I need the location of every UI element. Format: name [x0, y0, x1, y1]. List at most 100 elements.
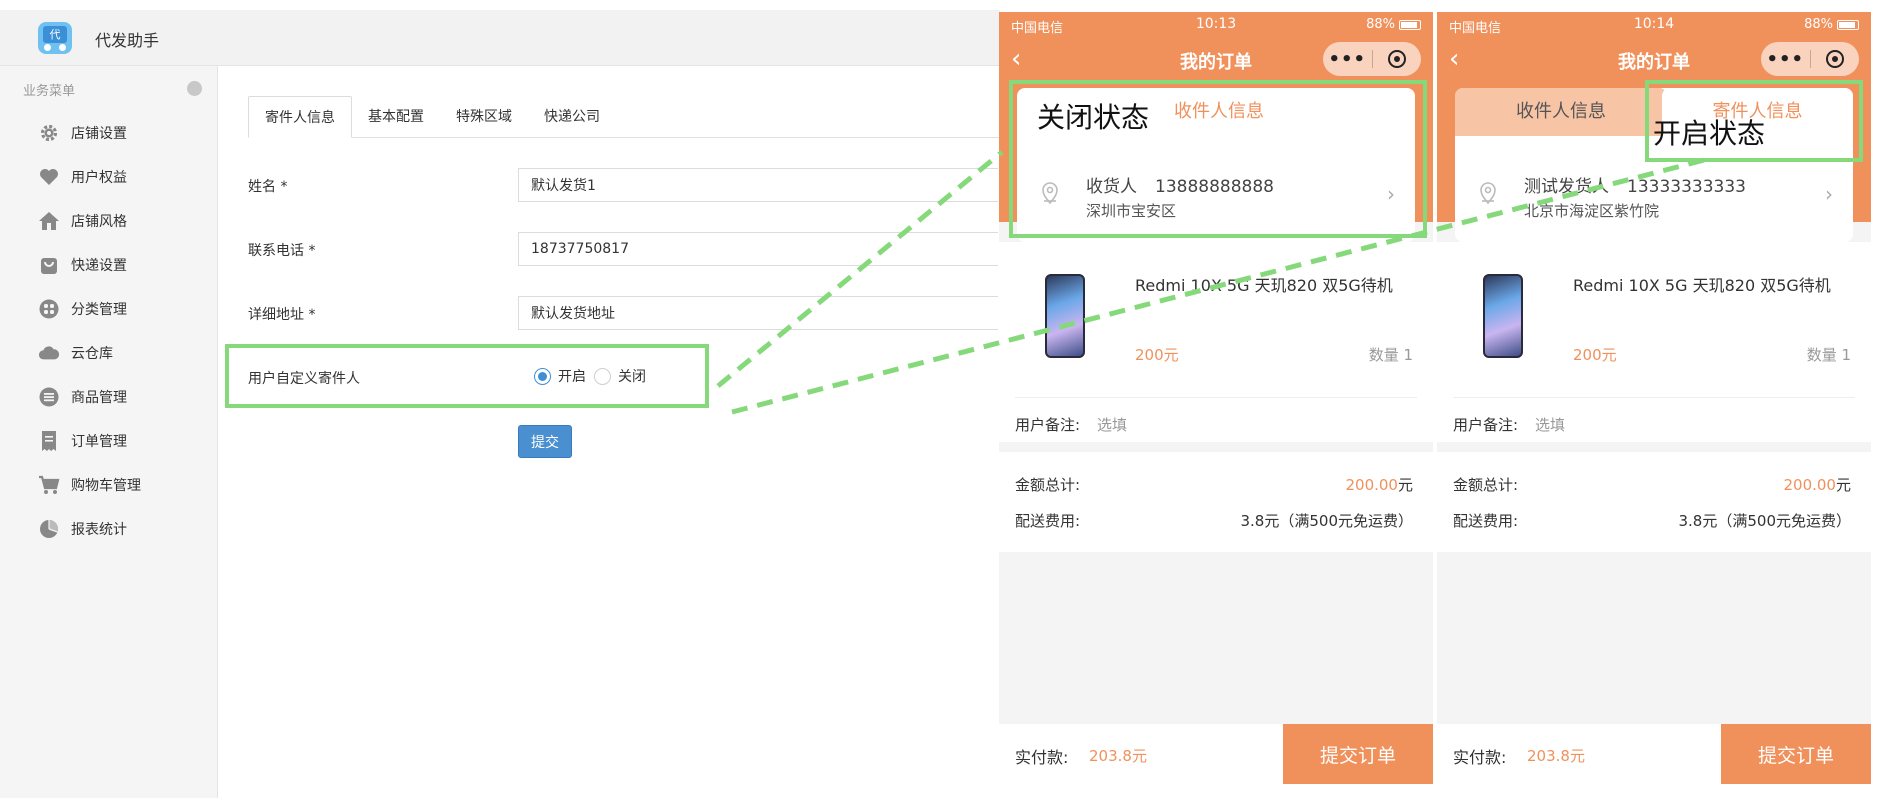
total-label: 金额总计:	[1015, 476, 1081, 494]
shipping-label: 配送费用:	[1015, 512, 1081, 530]
remark-input[interactable]: 选填	[1535, 414, 1565, 435]
tab-express-company[interactable]: 快递公司	[528, 96, 616, 138]
total-amount: 200.00元	[1345, 476, 1413, 494]
battery-percent: 88%	[1804, 17, 1833, 32]
shipping-fee: 3.8元（满500元免运费）	[1678, 512, 1852, 530]
product-quantity: 数量 1	[1806, 346, 1851, 364]
sidebar-item-label: 云仓库	[71, 346, 113, 362]
settings-tabs: 寄件人信息 基本配置 特殊区域 快递公司	[248, 96, 1008, 138]
contact-address: 北京市海淀区紫竹院	[1524, 202, 1660, 220]
sidebar-item-order-management[interactable]: 订单管理	[38, 428, 208, 454]
submit-order-button[interactable]: 提交订单	[1283, 724, 1433, 784]
logo-badge: 代	[43, 26, 67, 43]
pay-label: 实付款:	[1015, 748, 1069, 767]
tab-special-region[interactable]: 特殊区域	[440, 96, 528, 138]
shipping-fee: 3.8元（满500元免运费）	[1240, 512, 1414, 530]
address-highlight	[1009, 80, 1427, 238]
submit-button[interactable]: 提交	[518, 425, 572, 458]
sidebar-item-cart-management[interactable]: 购物车管理	[38, 472, 208, 498]
sidebar-item-report-statistics[interactable]: 报表统计	[38, 516, 208, 542]
product-price: 200元	[1573, 346, 1617, 364]
sidebar-item-label: 用户权益	[71, 170, 127, 186]
sidebar-item-label: 分类管理	[71, 302, 127, 318]
sidebar-item-express-settings[interactable]: 快递设置	[38, 252, 208, 278]
contact-phone: 13333333333	[1627, 177, 1746, 197]
mini-program-capsule: •••	[1323, 42, 1421, 76]
sidebar-item-label: 订单管理	[71, 434, 127, 450]
sidebar-item-label: 店铺设置	[71, 126, 127, 142]
product-image	[1045, 274, 1085, 358]
remark-label: 用户备注:	[1453, 416, 1519, 434]
heart-icon	[38, 166, 60, 188]
pay-amount: 203.8元	[1527, 747, 1585, 765]
submit-order-button[interactable]: 提交订单	[1721, 724, 1871, 784]
more-dots-icon[interactable]: •••	[1323, 49, 1372, 70]
battery-icon	[1399, 19, 1421, 30]
phone-label: 联系电话 *	[248, 243, 316, 259]
app-logo: 代	[38, 22, 72, 54]
battery-indicator: 88%	[1366, 17, 1421, 32]
custom-sender-radio-group: 开启 关闭	[534, 366, 654, 386]
name-input[interactable]	[518, 168, 998, 202]
checkout-bar: 实付款: 203.8元 提交订单	[999, 724, 1433, 784]
pie-chart-icon	[38, 518, 60, 540]
battery-indicator: 88%	[1804, 17, 1859, 32]
target-ring	[1387, 50, 1406, 68]
menu-collapse-toggle[interactable]	[187, 81, 202, 96]
close-target-icon[interactable]	[1810, 50, 1859, 68]
phone-input[interactable]	[518, 232, 998, 266]
sidebar-item-cloud-warehouse[interactable]: 云仓库	[38, 340, 208, 366]
total-label: 金额总计:	[1453, 476, 1519, 494]
location-pin-icon	[1479, 182, 1497, 208]
tab-basic-config[interactable]: 基本配置	[352, 96, 440, 138]
pay-label: 实付款:	[1453, 748, 1507, 767]
product-name: Redmi 10X 5G 天玑820 双5G待机	[1135, 276, 1393, 295]
address-input[interactable]	[518, 296, 998, 330]
summary-card: 金额总计: 200.00元 配送费用: 3.8元（满500元免运费）	[999, 452, 1433, 552]
phone-screen-closed: 中国电信 10:13 88% ‹ 我的订单 ••• 收件人信息 收货人 13888…	[999, 12, 1433, 784]
product-quantity: 数量 1	[1368, 346, 1413, 364]
menu-header: 业务菜单	[23, 84, 76, 99]
phone-screen-open: 中国电信 10:14 88% ‹ 我的订单 ••• 收件人信息 寄件人信息 测试…	[1437, 12, 1871, 784]
remark-input[interactable]: 选填	[1097, 414, 1127, 435]
remark-label: 用户备注:	[1015, 416, 1081, 434]
divider	[1453, 397, 1855, 398]
checkout-bar: 实付款: 203.8元 提交订单	[1437, 724, 1871, 784]
total-amount: 200.00元	[1783, 476, 1851, 494]
tab-receiver-info[interactable]: 收件人信息	[1455, 88, 1667, 136]
close-target-icon[interactable]	[1372, 50, 1421, 68]
target-ring	[1825, 50, 1844, 68]
chevron-right-icon: ›	[1825, 182, 1833, 206]
sidebar-item-label: 报表统计	[71, 522, 127, 538]
radio-off-label[interactable]: 关闭	[618, 366, 646, 386]
shipping-label: 配送费用:	[1453, 512, 1519, 530]
summary-card: 金额总计: 200.00元 配送费用: 3.8元（满500元免运费）	[1437, 452, 1871, 552]
home-icon	[38, 210, 60, 232]
sidebar-item-product-management[interactable]: 商品管理	[38, 384, 208, 410]
divider	[1015, 397, 1417, 398]
gear-icon	[38, 122, 60, 144]
sidebar-item-store-style[interactable]: 店铺风格	[38, 208, 208, 234]
status-bar: 中国电信 10:14 88%	[1437, 12, 1871, 38]
custom-sender-label: 用户自定义寄件人	[248, 371, 360, 387]
battery-percent: 88%	[1366, 17, 1395, 32]
radio-off[interactable]	[594, 367, 611, 385]
tab-sender-info[interactable]: 寄件人信息	[248, 96, 352, 138]
sidebar-item-label: 快递设置	[71, 258, 127, 274]
sidebar-item-user-rights[interactable]: 用户权益	[38, 164, 208, 190]
sidebar-item-label: 购物车管理	[71, 478, 141, 494]
radio-on[interactable]	[534, 367, 551, 385]
more-dots-icon[interactable]: •••	[1761, 49, 1810, 70]
product-card: Redmi 10X 5G 天玑820 双5G待机 200元 数量 1 用户备注:…	[1437, 242, 1871, 442]
logo-wheel-right	[59, 44, 66, 51]
state-callout: 开启状态	[1653, 117, 1766, 150]
radio-on-label[interactable]: 开启	[558, 366, 586, 386]
nav-bar: ‹ 我的订单 •••	[1437, 40, 1871, 80]
name-label: 姓名 *	[248, 179, 288, 195]
bag-icon	[38, 254, 60, 276]
receipt-icon	[38, 430, 60, 452]
sidebar-item-store-settings[interactable]: 店铺设置	[38, 120, 208, 146]
sidebar-item-category-management[interactable]: 分类管理	[38, 296, 208, 322]
product-image	[1483, 274, 1523, 358]
grid-icon	[38, 298, 60, 320]
